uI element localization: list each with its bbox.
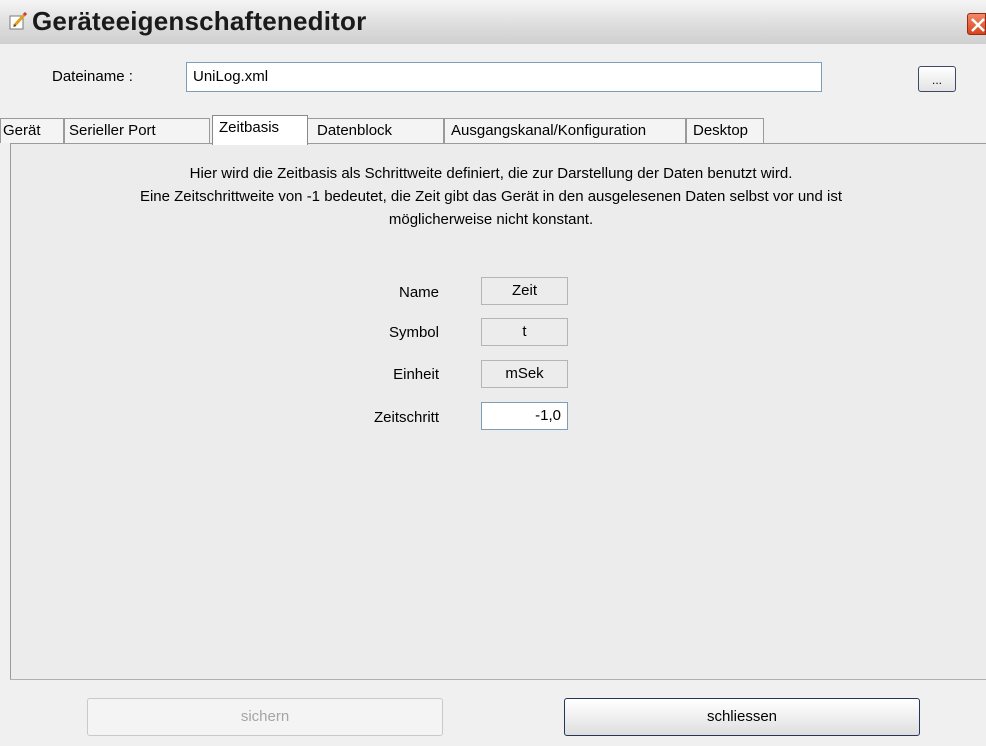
tab-datenblock[interactable]: Datenblock [306,118,444,143]
einheit-label: Einheit [393,366,439,383]
name-field: Zeit [481,277,568,305]
browse-button[interactable]: ... [918,66,956,92]
window-title: Geräteeigenschafteneditor [32,6,367,36]
tab-strip: Gerät Serieller Port Zeitbasis Datenbloc… [0,110,986,145]
symbol-field: t [481,318,568,346]
left-border [0,143,10,746]
file-row: Dateiname : UniLog.xml ... [0,44,986,110]
tab-desktop[interactable]: Desktop [686,118,764,143]
filename-input[interactable]: UniLog.xml [186,62,822,92]
description-line: Eine Zeitschrittweite von -1 bedeutet, d… [139,188,843,205]
title-bar[interactable]: Geräteeigenschafteneditor [0,0,986,45]
close-icon[interactable] [967,13,986,35]
zeitschritt-label: Zeitschritt [373,409,439,426]
tab-zeitbasis[interactable]: Zeitbasis [212,115,308,145]
edit-pencil-icon [8,10,30,32]
window: Geräteeigenschafteneditor Dateiname : Un… [0,0,986,746]
filename-label: Dateiname : [52,68,133,85]
tab-ausgangskanal-konfiguration[interactable]: Ausgangskanal/Konfiguration [444,118,686,143]
description-line: Hier wird die Zeitbasis als Schrittweite… [189,165,793,182]
description-line: möglicherweise nicht konstant. [388,211,594,228]
description-text: Hier wird die Zeitbasis als Schrittweite… [11,162,971,231]
tab-serieller-port[interactable]: Serieller Port [64,118,210,143]
button-bar: sichern schliessen [10,679,986,746]
close-button[interactable]: schliessen [564,698,920,736]
name-label: Name [398,284,439,301]
zeitbasis-panel: Hier wird die Zeitbasis als Schrittweite… [10,143,986,679]
zeitschritt-input[interactable]: -1,0 [481,402,568,430]
symbol-label: Symbol [388,324,439,341]
save-button[interactable]: sichern [87,698,443,736]
einheit-field: mSek [481,360,568,388]
tab-geraet[interactable]: Gerät [0,118,64,143]
